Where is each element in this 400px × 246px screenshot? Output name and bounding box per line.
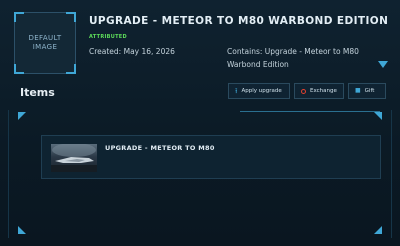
gift-button[interactable]: ■ Gift <box>348 83 386 99</box>
corner-decoration <box>14 12 24 22</box>
corner-triangle <box>374 226 382 234</box>
contains-text: Contains: Upgrade - Meteor to M80 Warbon… <box>227 47 359 69</box>
apply-upgrade-label: Apply upgrade <box>241 88 282 94</box>
gift-label: Gift <box>364 88 375 94</box>
corner-decoration <box>14 64 24 74</box>
exchange-icon <box>301 88 306 94</box>
corner-decoration <box>66 64 76 74</box>
pledge-title: UPGRADE - METEOR TO M80 WARBOND EDITION <box>89 15 389 27</box>
corner-triangle <box>374 112 382 120</box>
thumbnail-label: DEFAULT IMAGE <box>28 34 62 51</box>
gift-icon: ■ <box>355 87 361 94</box>
pledge-details-page: DEFAULT IMAGE UPGRADE - METEOR TO M80 WA… <box>0 0 400 246</box>
item-name: UPGRADE - METEOR TO M80 <box>105 144 215 152</box>
corner-decoration <box>66 12 76 22</box>
list-item[interactable]: UPGRADE - METEOR TO M80 <box>41 135 381 179</box>
ship-image <box>51 144 97 172</box>
apply-upgrade-button[interactable]: ⭱ Apply upgrade <box>228 83 290 99</box>
corner-triangle <box>18 226 26 234</box>
exchange-button[interactable]: Exchange <box>294 83 344 99</box>
upload-icon: ⭱ <box>235 87 238 95</box>
corner-triangle <box>18 112 26 120</box>
created-date: Created: May 16, 2026 <box>89 47 175 56</box>
chevron-down-icon[interactable] <box>378 61 388 68</box>
default-image-thumbnail: DEFAULT IMAGE <box>14 12 76 74</box>
items-heading: Items <box>20 86 55 99</box>
attributed-badge: ATTRIBUTED <box>89 34 127 40</box>
exchange-label: Exchange <box>310 88 337 94</box>
